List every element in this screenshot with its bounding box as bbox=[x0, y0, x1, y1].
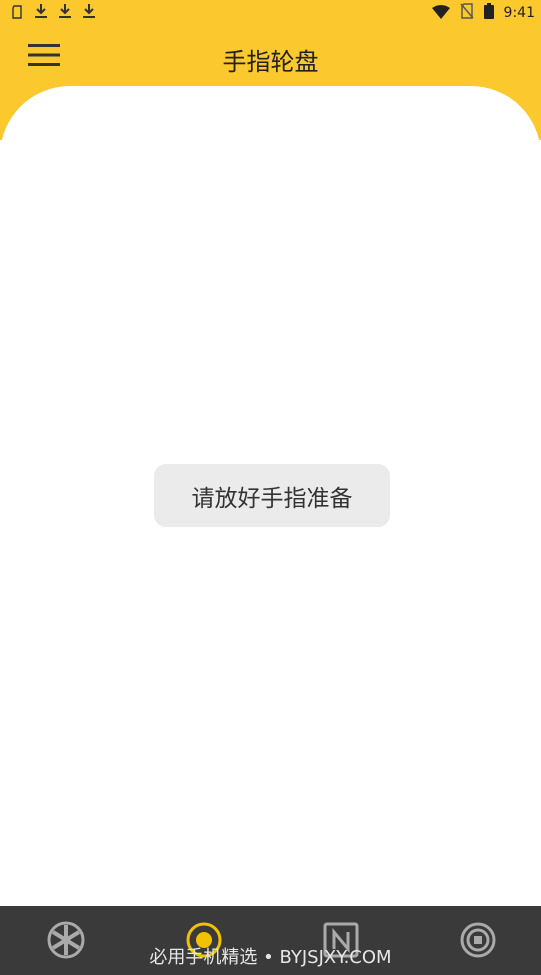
status-right-icons: 9:41 bbox=[431, 3, 535, 23]
sim-card-icon bbox=[10, 4, 24, 23]
wifi-icon bbox=[431, 4, 450, 23]
no-sim-icon bbox=[460, 3, 474, 23]
status-left-icons bbox=[10, 3, 96, 23]
bottom-navigation: 必用手机精选 • BYJSJXY.COM bbox=[0, 906, 541, 975]
download-icon bbox=[58, 3, 72, 23]
battery-icon bbox=[483, 3, 494, 23]
page-title: 手指轮盘 bbox=[222, 48, 319, 76]
download-icon bbox=[34, 3, 48, 23]
status-bar: 9:41 bbox=[0, 0, 541, 26]
app-bar: 手指轮盘 bbox=[0, 26, 541, 88]
status-time: 9:41 bbox=[503, 5, 535, 21]
download-icon bbox=[82, 3, 96, 23]
watermark-text: 必用手机精选 • BYJSJXY.COM bbox=[149, 947, 392, 968]
ready-prompt-toast: 请放好手指准备 bbox=[154, 464, 390, 527]
